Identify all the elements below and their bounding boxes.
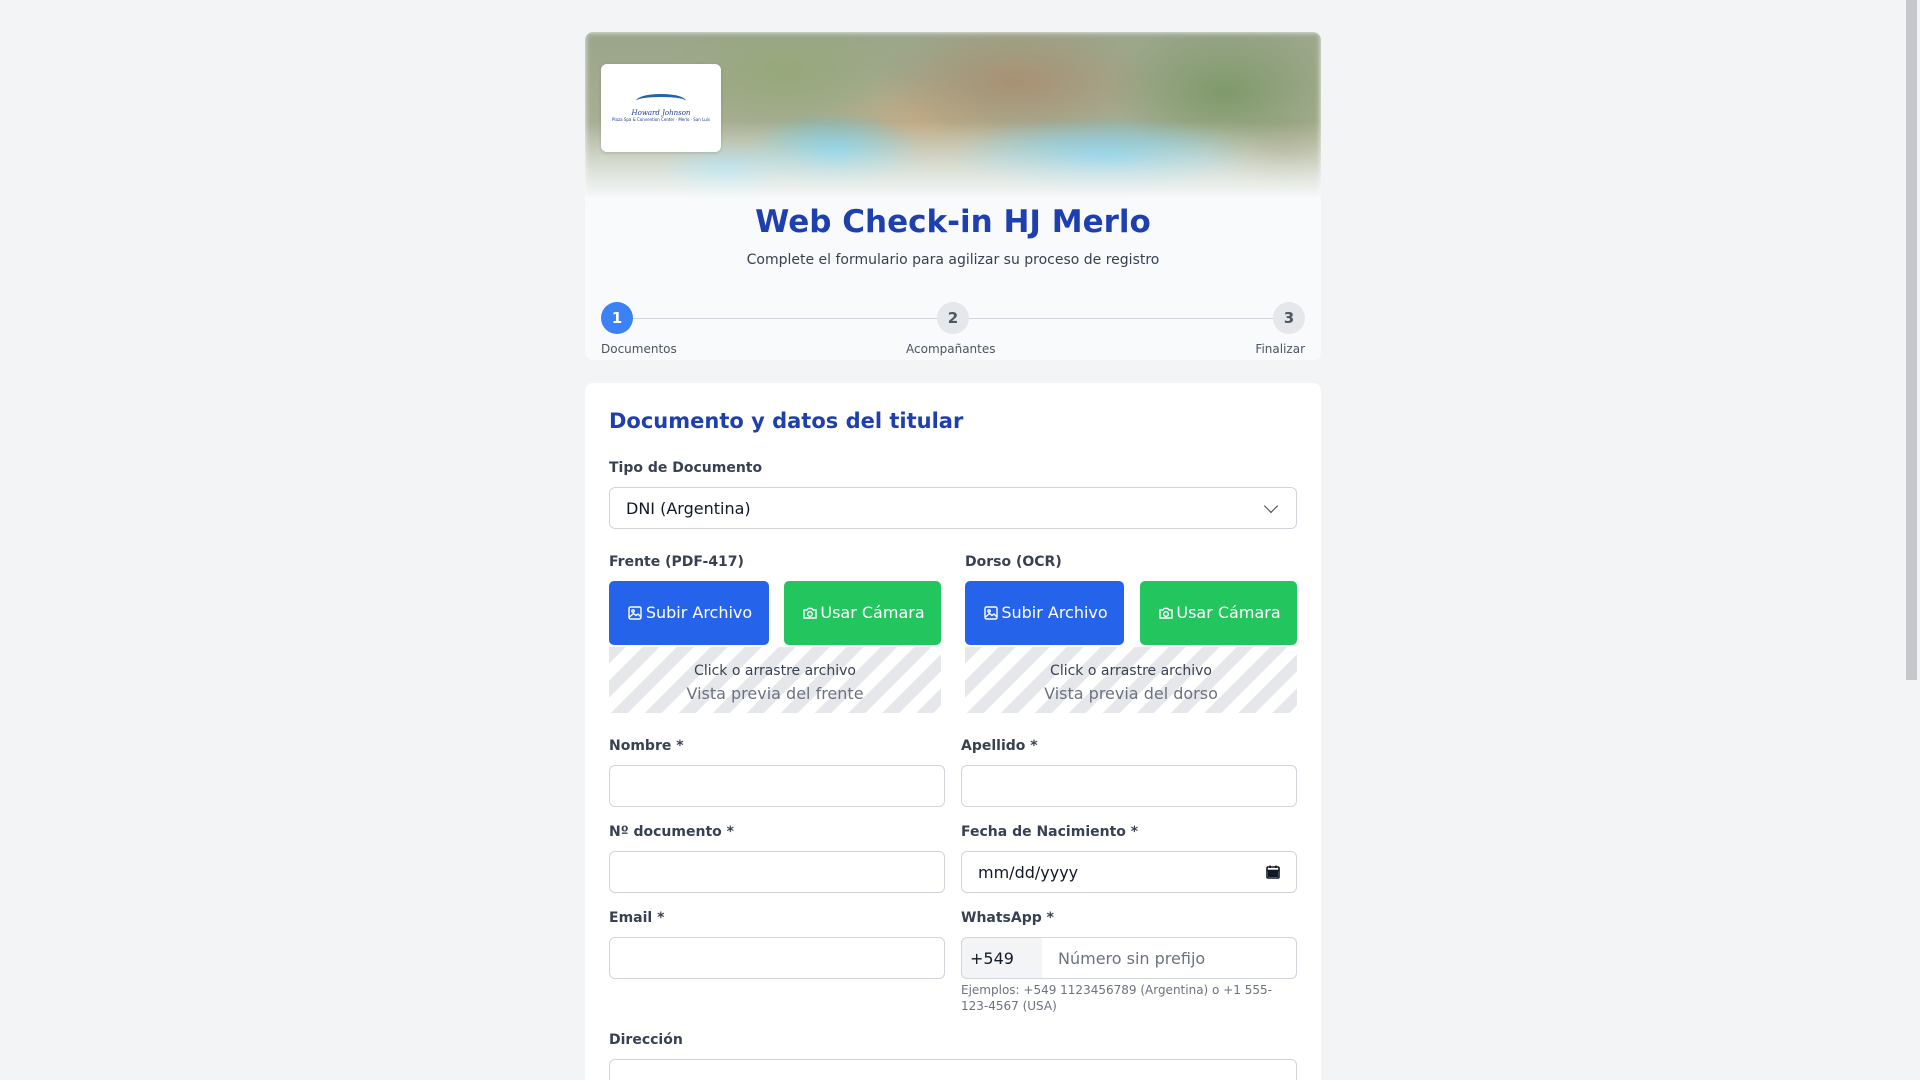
front-dropzone[interactable]: Click o arrastre archivo Vista previa de… [609, 647, 941, 713]
nombre-label: Nombre * [609, 738, 684, 754]
hotel-logo: Howard Johnson Plaza Spa & Convention Ce… [601, 64, 721, 152]
step-2-label: Acompañantes [906, 342, 996, 356]
doc-type-label: Tipo de Documento [609, 460, 763, 476]
doc-type-selected-value: DNI (Argentina) [626, 498, 751, 518]
page-title: Web Check-in HJ Merlo [755, 204, 1151, 240]
apellido-input[interactable] [961, 765, 1297, 807]
direccion-label: Dirección [609, 1032, 683, 1048]
apellido-label: Apellido * [961, 738, 1038, 754]
whatsapp-placeholder: Número sin prefijo [1058, 948, 1206, 968]
back-dropzone-text: Click o arrastre archivo [1050, 663, 1212, 679]
fecha-nacimiento-input[interactable]: mm/dd/yyyy [961, 851, 1297, 893]
direccion-input[interactable] [609, 1059, 1297, 1080]
calendar-icon[interactable] [1266, 865, 1280, 879]
scrollbar-thumb[interactable] [1906, 0, 1917, 680]
step-2-indicator: 2 [937, 302, 969, 334]
back-label: Dorso (OCR) [965, 554, 1062, 570]
documento-input[interactable] [609, 851, 945, 893]
fecha-nacimiento-label: Fecha de Nacimiento * [961, 824, 1139, 840]
header-card: Howard Johnson Plaza Spa & Convention Ce… [585, 32, 1321, 360]
back-dropzone[interactable]: Click o arrastre archivo Vista previa de… [965, 647, 1297, 713]
front-dropzone-text: Click o arrastre archivo [694, 663, 856, 679]
image-icon [628, 606, 642, 620]
back-preview-text: Vista previa del dorso [1044, 684, 1218, 703]
back-upload-button[interactable]: Subir Archivo [965, 581, 1124, 645]
step-1-label: Documentos [601, 342, 677, 356]
front-upload-button[interactable]: Subir Archivo [609, 581, 769, 645]
front-preview-text: Vista previa del frente [686, 684, 864, 703]
fecha-nacimiento-placeholder: mm/dd/yyyy [978, 862, 1079, 882]
step-3-label: Finalizar [1255, 342, 1305, 356]
back-camera-button[interactable]: Usar Cámara [1140, 581, 1297, 645]
step-1-indicator: 1 [601, 302, 633, 334]
page-scrollbar[interactable] [1904, 0, 1920, 1080]
section-title: Documento y datos del titular [609, 409, 964, 433]
front-camera-button[interactable]: Usar Cámara [784, 581, 941, 645]
form-card: Documento y datos del titular Tipo de Do… [585, 383, 1321, 1080]
image-icon [984, 606, 998, 620]
front-label: Frente (PDF-417) [609, 554, 744, 570]
progress-stepper: 1 2 3 Documentos Acompañantes Finalizar [601, 302, 1305, 360]
whatsapp-prefix[interactable]: +549 [961, 937, 1043, 979]
email-input[interactable] [609, 937, 945, 979]
page-subtitle: Complete el formulario para agilizar su … [746, 252, 1160, 268]
whatsapp-label: WhatsApp * [961, 910, 1054, 926]
chevron-down-icon [1263, 498, 1279, 513]
camera-icon [1159, 607, 1173, 619]
documento-label: Nº documento * [609, 824, 734, 840]
whatsapp-input[interactable]: Número sin prefijo [1042, 937, 1297, 979]
nombre-input[interactable] [609, 765, 945, 807]
doc-type-select[interactable]: DNI (Argentina) [609, 487, 1297, 529]
email-label: Email * [609, 910, 665, 926]
camera-icon [803, 607, 817, 619]
step-3-indicator: 3 [1273, 302, 1305, 334]
whatsapp-help-text: Ejemplos: +549 1123456789 (Argentina) o … [961, 983, 1272, 1013]
